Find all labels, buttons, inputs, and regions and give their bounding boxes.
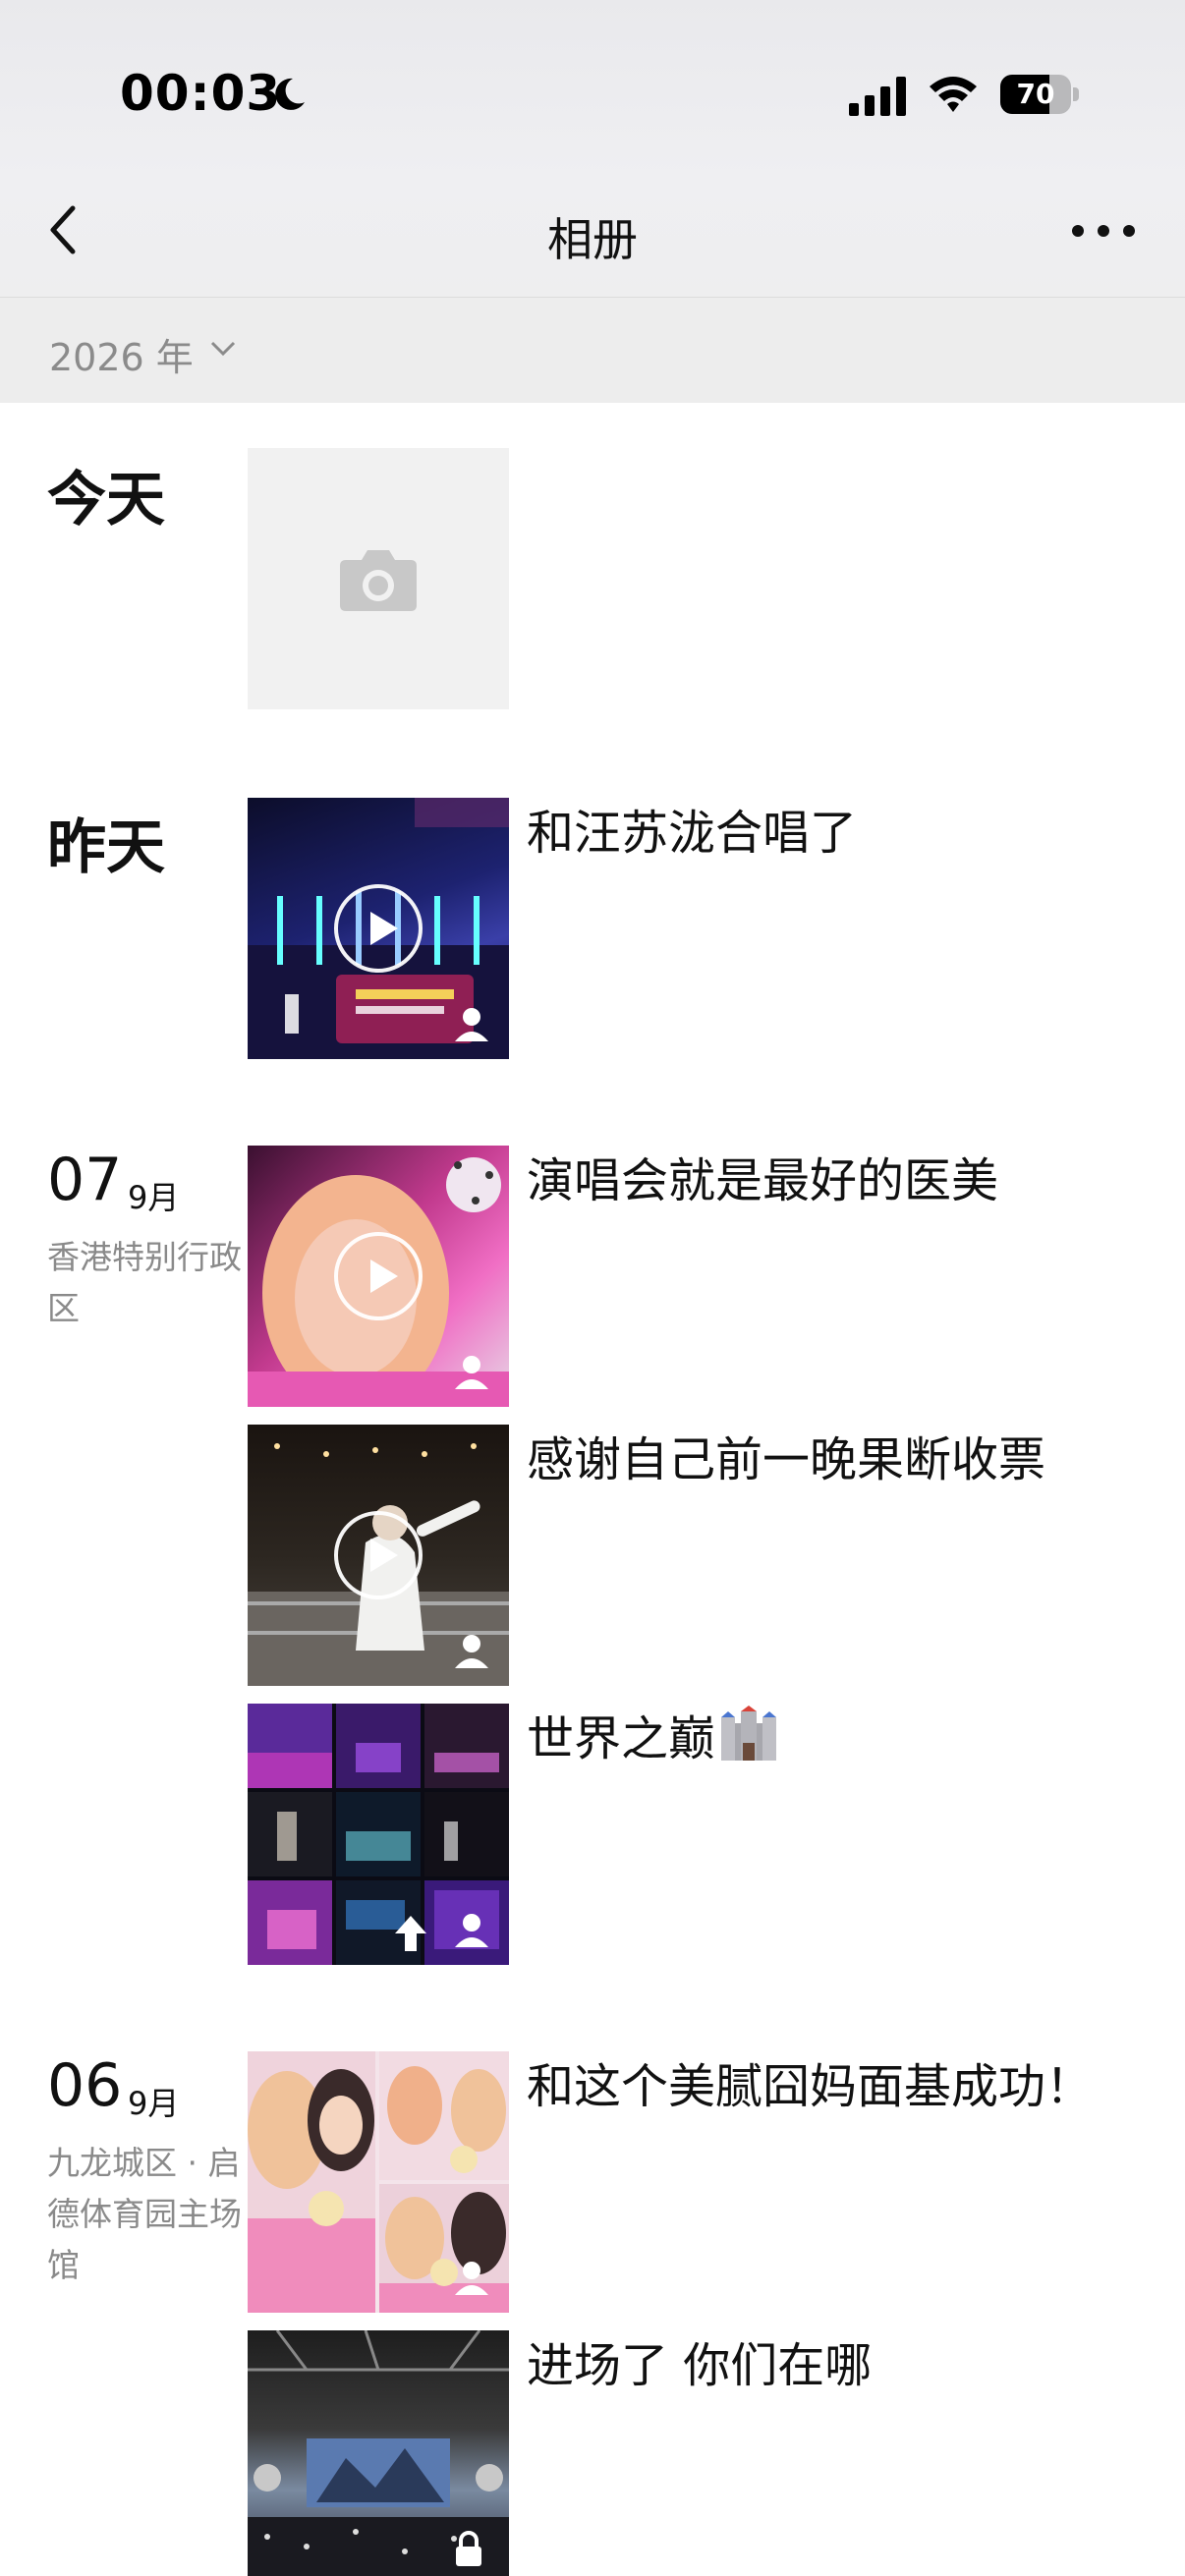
- header: 00:03 70 相册: [0, 0, 1185, 297]
- post-thumbnail[interactable]: [248, 1146, 509, 1407]
- date-label-yesterday: 昨天: [47, 813, 165, 882]
- camera-icon: [340, 550, 417, 611]
- post-caption[interactable]: 和汪苏泷合唱了: [527, 794, 857, 863]
- post-caption[interactable]: 进场了 你们在哪: [527, 2326, 872, 2395]
- post-caption-text: 世界之巅: [527, 1711, 716, 1766]
- more-dots-icon[interactable]: [1069, 216, 1138, 246]
- date-label-today: 今天: [47, 466, 165, 534]
- year-filter-label: 2026 年: [49, 336, 194, 379]
- play-icon: [334, 1511, 423, 1599]
- post-caption[interactable]: 世界之巅: [527, 1700, 778, 1768]
- contacts-icon: [455, 1356, 488, 1389]
- status-bar: 00:03 70: [0, 0, 1185, 177]
- chevron-down-icon: [210, 341, 236, 357]
- contacts-icon: [455, 1635, 488, 1668]
- post-caption[interactable]: 演唱会就是最好的医美: [527, 1142, 998, 1210]
- post-thumbnail[interactable]: [248, 1704, 509, 1965]
- battery-indicator: 70: [1000, 75, 1079, 114]
- page-title: 相册: [547, 213, 638, 266]
- clock: 00:03: [120, 65, 282, 122]
- date-month: 9月: [128, 2085, 180, 2122]
- upload-arrow-icon: [395, 1916, 426, 1951]
- post-thumbnail[interactable]: [248, 1425, 509, 1686]
- post-location: 九龙城区 · 启德体育园主场馆: [47, 2144, 242, 2284]
- wifi-icon: [930, 77, 977, 112]
- post-caption[interactable]: 感谢自己前一晚果断收票: [527, 1421, 1045, 1489]
- post-thumbnail[interactable]: [248, 2330, 509, 2576]
- signal-icon: [849, 77, 906, 116]
- castle-icon: [721, 1706, 777, 1761]
- new-post-button[interactable]: [248, 448, 509, 709]
- post-thumbnail[interactable]: [248, 798, 509, 1059]
- nav-bar: 相册: [0, 177, 1185, 297]
- play-icon: [334, 884, 423, 973]
- post-location: 香港特别行政区: [47, 1238, 242, 1327]
- post-thumbnail[interactable]: [248, 2051, 509, 2313]
- contacts-icon: [455, 2262, 488, 2295]
- date-day: 06: [47, 2051, 123, 2120]
- moon-icon: [275, 78, 305, 110]
- battery-percent: 70: [1016, 78, 1055, 110]
- lock-icon: [456, 2531, 481, 2566]
- year-filter[interactable]: 2026 年: [0, 297, 1185, 403]
- date-month: 9月: [128, 1179, 180, 1216]
- contacts-icon: [455, 1008, 488, 1041]
- post-caption[interactable]: 和这个美腻囧妈面基成功！: [527, 2047, 1093, 2116]
- contacts-icon: [455, 1914, 488, 1947]
- album-feed: 今天 昨天 和汪苏泷合唱了 07 9月 香港特别行政区 演唱会就是最好的医美 感…: [0, 403, 1185, 2576]
- play-icon: [334, 1232, 423, 1320]
- date-day: 07: [47, 1146, 123, 1214]
